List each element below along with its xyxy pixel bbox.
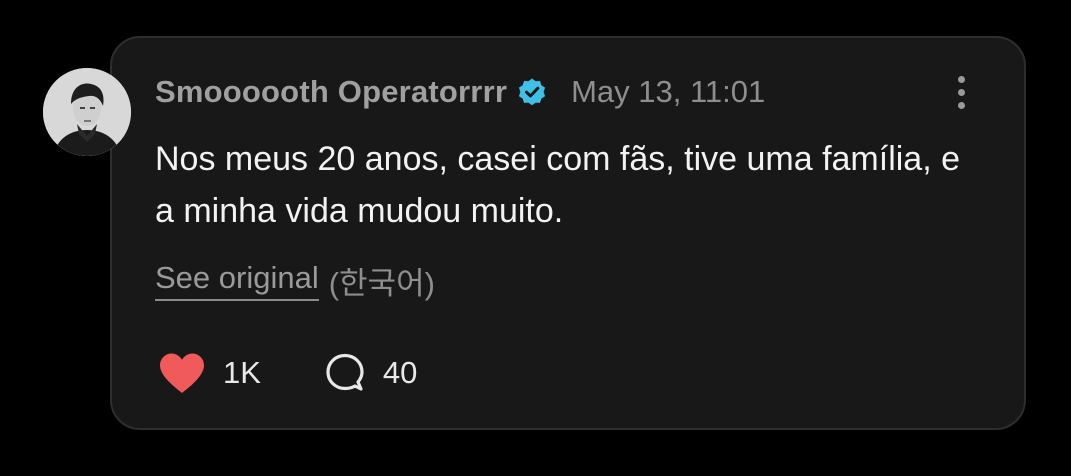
- reply-button[interactable]: 40: [323, 351, 417, 395]
- more-dot: [957, 101, 965, 109]
- post-timestamp: May 13, 11:01: [571, 74, 766, 109]
- more-dot: [957, 88, 965, 96]
- post-actions: 1K 40: [157, 350, 417, 396]
- verified-badge-icon: [517, 77, 547, 107]
- translation-row: See original (한국어): [155, 258, 435, 302]
- speech-bubble-icon: [326, 353, 364, 391]
- original-language-label: (한국어): [328, 265, 435, 301]
- more-vertical-icon[interactable]: [947, 72, 975, 112]
- avatar[interactable]: [43, 68, 131, 156]
- reply-count: 40: [382, 355, 418, 390]
- like-button[interactable]: 1K: [157, 351, 261, 395]
- screen: Smoooooth Operatorrrr May 13, 11:01 Nos …: [0, 0, 1071, 476]
- post-text: Nos meus 20 anos, casei com fãs, tive um…: [155, 140, 961, 230]
- like-count: 1K: [223, 355, 261, 390]
- avatar-portrait: [43, 68, 131, 156]
- heart-icon: [160, 353, 204, 393]
- see-original-link[interactable]: See original: [155, 260, 319, 301]
- author-name[interactable]: Smoooooth Operatorrrr: [155, 74, 507, 110]
- post-header: Smoooooth Operatorrrr May 13, 11:01: [155, 72, 765, 112]
- more-dot: [957, 75, 965, 83]
